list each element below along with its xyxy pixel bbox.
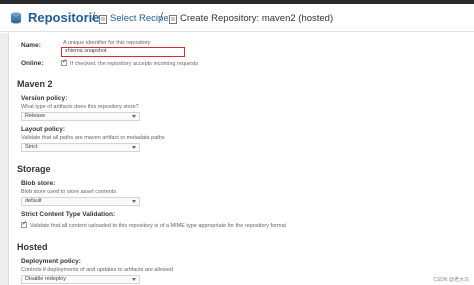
strict-content-label: Strict Content Type Validation: [21, 211, 116, 218]
blob-store-select[interactable]: default [21, 197, 140, 206]
deployment-policy-label: Deployment policy: [21, 258, 81, 265]
chevron-down-icon [132, 146, 136, 149]
deployment-policy-help: Controls if deployments of and updates t… [21, 267, 173, 273]
version-policy-value: Release [25, 113, 46, 119]
online-checkbox[interactable]: ✓ [61, 59, 68, 66]
layout-policy-select[interactable]: Strict [21, 143, 140, 152]
breadcrumb-separator: / [160, 11, 164, 23]
check-icon: ✓ [62, 59, 68, 65]
page-header: Repositories Select Recipe / Create Repo… [0, 4, 474, 32]
database-icon [11, 12, 21, 24]
repository-icon [99, 15, 107, 24]
version-policy-label: Version policy: [21, 95, 68, 102]
chevron-down-icon [132, 115, 136, 118]
layout-policy-value: Strict [25, 144, 38, 150]
online-text: If checked, the repository accepts incom… [70, 61, 199, 67]
blob-store-label: Blob store: [21, 180, 56, 187]
name-help: A unique identifier for this repository [63, 40, 151, 46]
check-icon: ✓ [22, 221, 28, 227]
section-hosted: Hosted [17, 242, 48, 252]
breadcrumb-create-repository: Create Repository: maven2 (hosted) [180, 13, 334, 24]
breadcrumb-separator: / [92, 11, 96, 23]
chevron-down-icon [132, 278, 136, 281]
section-maven2: Maven 2 [17, 79, 53, 89]
name-field[interactable]: xhiema snapshot [61, 47, 185, 57]
blob-store-value: default [25, 198, 42, 204]
layout-policy-label: Layout policy: [21, 126, 66, 133]
layout-policy-help: Validate that all paths are maven artifa… [21, 135, 165, 141]
chevron-down-icon [132, 200, 136, 203]
deployment-policy-select[interactable]: Disable redeploy [21, 275, 140, 284]
watermark: CSDN @老大马 [433, 277, 469, 283]
version-policy-select[interactable]: Release [21, 112, 140, 121]
strict-content-text: Validate that all content uploaded to th… [30, 223, 287, 229]
section-storage: Storage [17, 164, 51, 174]
sidebar-edge [0, 33, 9, 285]
blob-store-help: Blob store used to store asset contents [21, 189, 117, 195]
name-label: Name: [21, 42, 41, 49]
strict-content-checkbox[interactable]: ✓ [21, 221, 28, 228]
repository-icon [169, 15, 177, 24]
online-label: Online: [21, 60, 44, 67]
version-policy-help: What type of artifacts does this reposit… [21, 104, 139, 110]
deployment-policy-value: Disable redeploy [25, 276, 66, 282]
